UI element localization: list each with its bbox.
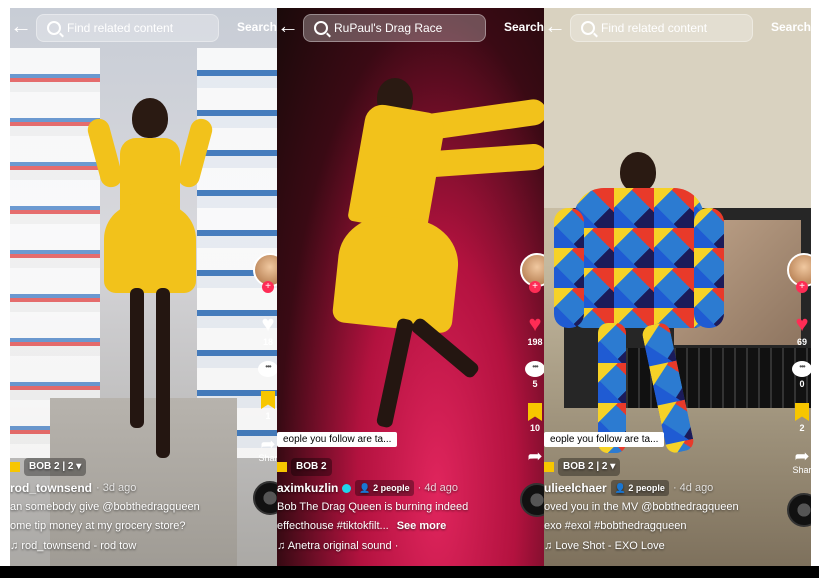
music-disc-icon[interactable] — [253, 481, 277, 515]
like-count: 198 — [527, 337, 543, 347]
music-label[interactable]: rod_townsend - rod tow — [21, 540, 136, 552]
post-date: · 4d ago — [417, 482, 458, 494]
search-button[interactable]: Search — [755, 20, 811, 34]
heart-icon[interactable]: ♥ — [787, 313, 811, 335]
search-text: Find related content — [601, 21, 708, 35]
tag-count: 2 — [67, 461, 74, 472]
action-rail: + ♥ 198 5 10 ➦ — [520, 253, 544, 517]
username[interactable]: rod_townsend — [10, 480, 92, 496]
tag-label: BOB 2 — [296, 461, 327, 472]
comment-icon[interactable] — [792, 361, 811, 377]
performer — [317, 78, 544, 448]
comment-icon[interactable] — [525, 361, 544, 377]
music-label[interactable]: Anetra original sound · — [288, 540, 399, 552]
caption-line-2: effecthouse #tiktokfilt... — [277, 520, 389, 532]
search-bar: ← RuPaul's Drag Race Search — [277, 8, 544, 48]
caption-line-1: Bob The Drag Queen is burning indeed — [277, 501, 469, 513]
tag-chip[interactable]: BOB 2 | 2 ▾ — [24, 458, 87, 476]
share-label: Shar — [792, 465, 811, 475]
back-arrow-icon[interactable]: ← — [10, 15, 32, 37]
people-badge-label: 2 people — [628, 483, 665, 493]
performer — [85, 88, 215, 488]
post-date: · 4d ago — [672, 482, 714, 494]
back-arrow-icon[interactable]: ← — [544, 15, 566, 37]
video-info: BOB 2 aximkuzlin 👤 2 people · 4d ago Bob… — [277, 458, 508, 554]
action-rail: + ♥ 69 0 2 ➦ Shar — [787, 253, 811, 527]
video-panel-2[interactable]: ← RuPaul's Drag Race Search + ♥ 198 5 10… — [277, 8, 544, 578]
bookmark-icon[interactable] — [261, 391, 275, 409]
people-badge[interactable]: 👤 2 people — [610, 480, 669, 496]
flag-icon — [544, 462, 554, 472]
search-text: RuPaul's Drag Race — [334, 21, 443, 35]
search-icon — [314, 21, 328, 35]
share-icon[interactable]: ➦ — [253, 435, 277, 453]
music-label[interactable]: Love Shot - EXO Love — [555, 540, 664, 552]
caption-line-2: ome tip money at my grocery store? — [10, 520, 186, 532]
search-text: Find related content — [67, 21, 174, 35]
follow-plus-icon[interactable]: + — [262, 281, 274, 293]
search-button[interactable]: Search — [488, 20, 544, 34]
performer — [554, 138, 724, 478]
music-disc-icon[interactable] — [520, 483, 544, 517]
comment-count: 5 — [532, 379, 538, 389]
verified-icon — [342, 483, 352, 493]
action-rail: + ♥ 18 1 ➦ Shar — [253, 253, 277, 515]
search-bar: ← Find related content Search — [544, 8, 811, 48]
flag-icon — [10, 462, 20, 472]
caption-line-1: an somebody give @bobthedragqueen — [10, 501, 200, 513]
tag-count: 2 — [601, 461, 608, 472]
video-info: BOB 2 | 2 ▾ rod_townsend · 3d ago an som… — [10, 458, 241, 554]
video-panel-3[interactable]: ← Find related content Search + ♥ 69 0 2… — [544, 8, 811, 578]
tag-label: BOB 2 — [29, 461, 60, 472]
friends-tooltip[interactable]: eople you follow are ta... — [544, 432, 665, 447]
search-input[interactable]: RuPaul's Drag Race — [303, 14, 486, 42]
back-arrow-icon[interactable]: ← — [277, 15, 299, 37]
video-panel-1[interactable]: ← Find related content Search + ♥ 18 1 ➦… — [10, 8, 277, 578]
bottom-strip — [0, 566, 819, 578]
search-icon — [581, 21, 595, 35]
friends-tooltip[interactable]: eople you follow are ta... — [277, 432, 398, 447]
heart-icon[interactable]: ♥ — [520, 313, 544, 335]
tag-label: BOB 2 — [563, 461, 594, 472]
people-badge[interactable]: 👤 2 people — [355, 480, 414, 496]
post-date: · 3d ago — [96, 482, 137, 494]
like-count: 18 — [262, 337, 273, 347]
follow-plus-icon[interactable]: + — [796, 281, 808, 293]
like-count: 69 — [796, 337, 807, 347]
search-bar: ← Find related content Search — [10, 8, 277, 48]
save-count: 10 — [529, 423, 540, 433]
comment-icon[interactable] — [258, 361, 277, 377]
save-count: 1 — [265, 411, 271, 421]
share-icon[interactable]: ➦ — [787, 447, 811, 465]
see-more-link[interactable]: See more — [397, 520, 447, 532]
comment-count: 0 — [799, 379, 805, 389]
shelf-left — [10, 48, 100, 458]
search-icon — [47, 21, 61, 35]
search-input[interactable]: Find related content — [36, 14, 219, 42]
share-icon[interactable]: ➦ — [520, 447, 544, 465]
flag-icon — [277, 462, 287, 472]
username[interactable]: ulieelchaer — [544, 480, 607, 496]
bookmark-icon[interactable] — [528, 403, 542, 421]
music-disc-icon[interactable] — [787, 493, 811, 527]
search-button[interactable]: Search — [221, 20, 277, 34]
search-input[interactable]: Find related content — [570, 14, 753, 42]
people-badge-label: 2 people — [373, 483, 410, 493]
heart-icon[interactable]: ♥ — [253, 313, 277, 335]
caption-line-1: oved you in the MV @bobthedragqueen — [544, 501, 739, 513]
video-info: BOB 2 | 2 ▾ ulieelchaer 👤 2 people · 4d … — [544, 458, 775, 554]
username[interactable]: aximkuzlin — [277, 480, 338, 496]
share-label: Shar — [258, 453, 277, 463]
follow-plus-icon[interactable]: + — [529, 281, 541, 293]
caption-line-2: exo #exol #bobthedragqueen — [544, 520, 687, 532]
bookmark-icon[interactable] — [795, 403, 809, 421]
save-count: 2 — [799, 423, 805, 433]
tag-chip[interactable]: BOB 2 — [291, 458, 332, 476]
tag-chip[interactable]: BOB 2 | 2 ▾ — [558, 458, 621, 476]
